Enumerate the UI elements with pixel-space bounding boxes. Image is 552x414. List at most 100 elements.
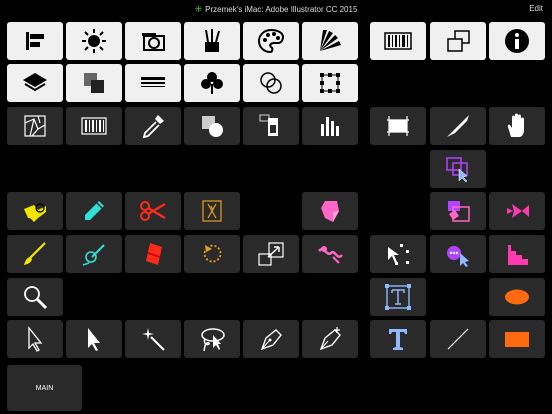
eraser-button[interactable] [302, 192, 358, 230]
zoom-button[interactable] [7, 278, 63, 316]
graph-button[interactable] [302, 107, 358, 145]
palette-button[interactable] [243, 22, 299, 60]
line-segment-icon [447, 328, 469, 350]
selection-button[interactable] [7, 320, 63, 358]
live-paint-select-button[interactable] [430, 192, 486, 230]
camera-button[interactable] [125, 22, 181, 60]
graph-icon [321, 117, 339, 136]
hand-button[interactable] [489, 107, 545, 145]
swatch-fan-button[interactable] [302, 22, 358, 60]
window-title-text: Przemek's iMac: Adobe Illustrator CC 201… [205, 5, 358, 14]
add-anchor-button[interactable] [302, 320, 358, 358]
blob-brush-button[interactable] [66, 235, 122, 273]
knife-icon [447, 115, 469, 137]
barcode-icon [81, 117, 107, 135]
crop-icon [387, 116, 409, 136]
live-paint-icon [24, 115, 46, 137]
align-icon [26, 32, 44, 50]
info-icon [505, 29, 529, 53]
stroke-button[interactable] [125, 64, 181, 102]
connection-icon: ⁜ [194, 4, 203, 14]
transparency-icon [84, 73, 104, 93]
sun-icon [82, 29, 106, 53]
stroke-icon [141, 77, 165, 87]
free-transform-button[interactable] [370, 235, 426, 273]
pathfinder-icon [260, 72, 282, 94]
type-button[interactable] [370, 320, 426, 358]
warp-button[interactable] [302, 235, 358, 273]
fish-warp-icon [507, 204, 529, 218]
direct-select-button[interactable] [66, 320, 122, 358]
perspective-button[interactable] [430, 150, 486, 188]
magic-wand-button[interactable] [125, 320, 181, 358]
blend-icon [202, 200, 222, 222]
artboards-icon [447, 30, 470, 52]
jpeg-export-icon [259, 114, 278, 136]
brushes-icon [205, 29, 220, 52]
symbols-button[interactable] [184, 64, 240, 102]
rotate-icon [203, 244, 222, 263]
edit-button[interactable]: Edit [529, 4, 543, 13]
type-icon [389, 329, 407, 350]
add-anchor-icon [319, 327, 341, 351]
symbols-icon [201, 72, 223, 94]
knife-button[interactable] [430, 107, 486, 145]
eraser-tool-icon [146, 243, 162, 265]
shape-builder-button[interactable] [184, 107, 240, 145]
zoom-icon [24, 286, 48, 310]
live-paint-bucket-button[interactable] [7, 192, 63, 230]
barcode-tool-button[interactable] [66, 107, 122, 145]
warp-icon [318, 246, 343, 264]
pen-button[interactable] [243, 320, 299, 358]
magic-wand-icon [142, 328, 165, 351]
pencil-icon [85, 201, 104, 220]
barcode-icon [384, 32, 412, 50]
blob-brush-icon [82, 244, 105, 266]
pencil-button[interactable] [66, 192, 122, 230]
pen-icon [260, 329, 282, 351]
direct-select-icon [88, 328, 100, 351]
pathfinder-button[interactable] [243, 64, 299, 102]
column-graph-icon [508, 245, 528, 265]
shape-builder-icon [202, 116, 223, 137]
window-title: ⁜ Przemek's iMac: Adobe Illustrator CC 20… [0, 4, 552, 15]
main-button-label: MAIN [35, 384, 54, 392]
main-button[interactable]: MAIN [7, 365, 82, 411]
paintbrush-icon [24, 242, 46, 265]
top-bar: ⁜ Przemek's iMac: Adobe Illustrator CC 20… [0, 0, 552, 18]
scale-button[interactable] [243, 235, 299, 273]
puppet-button[interactable] [430, 235, 486, 273]
blend-button[interactable] [184, 192, 240, 230]
perspective-icon [446, 157, 468, 183]
area-type-button[interactable] [370, 278, 426, 316]
align-button[interactable] [7, 22, 63, 60]
free-transform-icon [388, 244, 409, 265]
column-graph-button[interactable] [489, 235, 545, 273]
lasso-icon [201, 328, 225, 352]
jpeg-export-button[interactable] [243, 107, 299, 145]
ellipse-button[interactable] [489, 278, 545, 316]
transform-button[interactable] [302, 64, 358, 102]
rotate-button[interactable] [184, 235, 240, 273]
live-paint-button[interactable] [7, 107, 63, 145]
eyedropper-icon [142, 115, 164, 139]
eraser-tool-button[interactable] [125, 235, 181, 273]
artboards-button[interactable] [430, 22, 486, 60]
line-segment-button[interactable] [430, 320, 486, 358]
crop-button[interactable] [370, 107, 426, 145]
paintbrush-button[interactable] [7, 235, 63, 273]
scissors-button[interactable] [125, 192, 181, 230]
info-button[interactable] [489, 22, 545, 60]
eyedropper-button[interactable] [125, 107, 181, 145]
barcode-button[interactable] [370, 22, 426, 60]
rectangle-button[interactable] [489, 320, 545, 358]
layers-button[interactable] [7, 64, 63, 102]
transparency-button[interactable] [66, 64, 122, 102]
puppet-icon [447, 246, 469, 267]
live-paint-bucket-icon [24, 203, 46, 222]
lasso-button[interactable] [184, 320, 240, 358]
area-type-icon [385, 284, 411, 310]
brushes-button[interactable] [184, 22, 240, 60]
fish-warp-button[interactable] [489, 192, 545, 230]
sun-button[interactable] [66, 22, 122, 60]
